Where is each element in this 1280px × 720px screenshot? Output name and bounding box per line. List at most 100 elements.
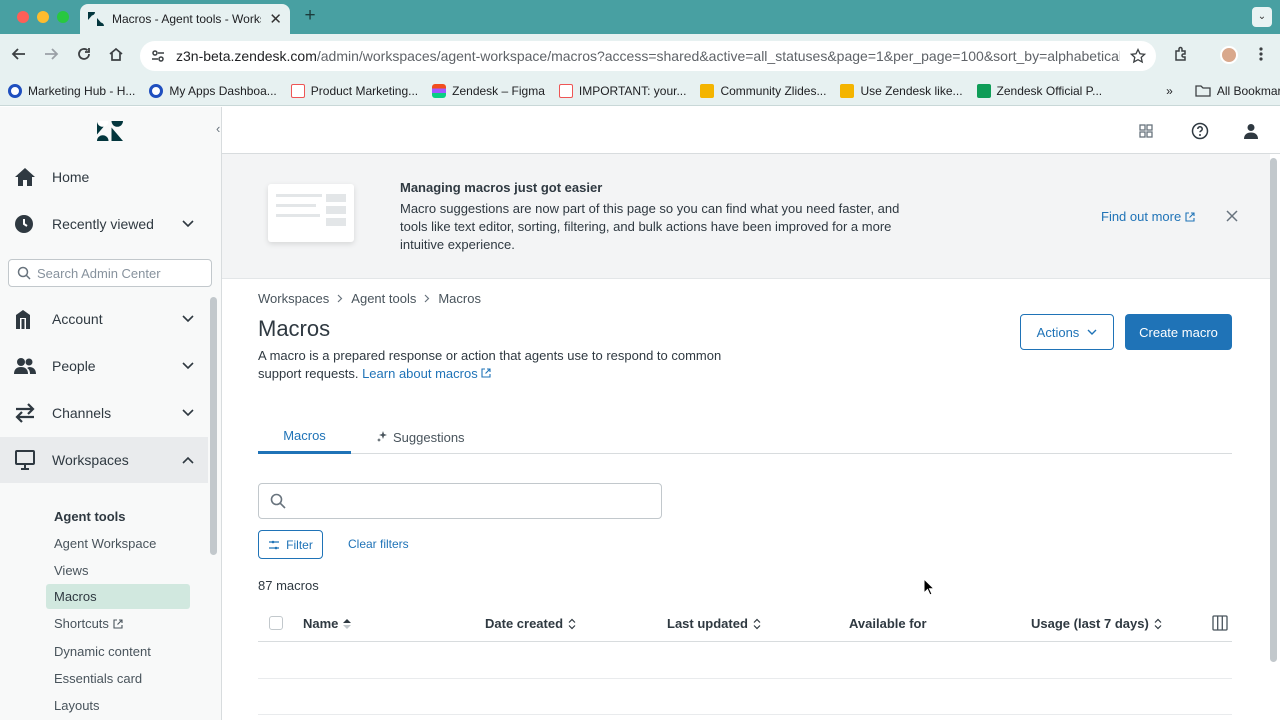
sub-nav-agent-workspace[interactable]: Agent Workspace	[46, 531, 190, 556]
all-bookmarks-label: All Bookmarks	[1216, 83, 1280, 98]
bookmark-item[interactable]: Marketing Hub - H...	[8, 83, 136, 98]
breadcrumb-macros: Macros	[438, 291, 481, 306]
back-arrow-icon[interactable]	[8, 43, 30, 65]
minimize-window-button[interactable]	[37, 11, 49, 23]
bookmark-item[interactable]: IMPORTANT: your...	[558, 83, 686, 98]
tab-search-chevron-icon[interactable]: ⌄	[1252, 7, 1272, 27]
bookmark-favicon-icon	[290, 83, 305, 98]
macro-search-input[interactable]	[294, 493, 654, 509]
admin-search-field[interactable]	[8, 259, 212, 287]
column-last-updated[interactable]: Last updated	[667, 616, 761, 631]
nav-label: Home	[52, 169, 90, 185]
column-label: Last updated	[667, 616, 748, 631]
breadcrumb-agent-tools[interactable]: Agent tools	[351, 291, 416, 306]
find-out-more-link[interactable]: Find out more	[1101, 209, 1195, 224]
nav-recently-viewed[interactable]: Recently viewed	[0, 202, 208, 246]
sparkle-icon	[376, 431, 388, 443]
maximize-window-button[interactable]	[57, 11, 69, 23]
more-bookmarks-icon[interactable]: »	[1166, 84, 1173, 98]
sort-icon	[753, 618, 761, 630]
bookmark-item[interactable]: Use Zendesk like...	[840, 83, 963, 98]
tab-suggestions[interactable]: Suggestions	[376, 420, 465, 454]
home-button-icon[interactable]	[105, 43, 127, 65]
address-bar[interactable]: z3n-beta.zendesk.com/admin/workspaces/ag…	[140, 41, 1156, 71]
sub-nav-label: Dynamic content	[54, 644, 151, 659]
filter-sliders-icon	[268, 539, 280, 551]
browser-menu-icon[interactable]	[1250, 43, 1272, 65]
bookmark-item[interactable]: My Apps Dashboa...	[149, 83, 277, 98]
all-bookmarks-button[interactable]: All Bookmarks	[1195, 84, 1280, 98]
nav-channels[interactable]: Channels	[0, 391, 208, 435]
close-window-button[interactable]	[17, 11, 29, 23]
tab-macros[interactable]: Macros	[258, 420, 351, 454]
products-grid-icon[interactable]	[1139, 124, 1153, 138]
macro-count: 87 macros	[258, 578, 319, 593]
folder-icon	[1195, 85, 1211, 97]
macros-table-header: Name Date created Last updated Available…	[258, 606, 1232, 642]
column-usage[interactable]: Usage (last 7 days)	[1031, 616, 1162, 631]
external-link-icon	[113, 618, 123, 629]
tab-label: Suggestions	[393, 429, 465, 445]
breadcrumb: Workspaces Agent tools Macros	[258, 291, 481, 306]
chevron-right-icon	[337, 294, 343, 303]
browser-tab[interactable]: Macros - Agent tools - Workspaces ✕	[80, 4, 290, 34]
tab-close-icon[interactable]: ✕	[269, 12, 282, 27]
collapse-sidebar-icon[interactable]: ‹	[216, 121, 220, 136]
user-profile-icon[interactable]	[1244, 123, 1258, 139]
column-date-created[interactable]: Date created	[485, 616, 576, 631]
reload-icon[interactable]	[73, 43, 95, 65]
profile-avatar[interactable]	[1220, 46, 1238, 64]
nav-people[interactable]: People	[0, 344, 208, 388]
sub-nav-macros[interactable]: Macros	[46, 584, 190, 609]
learn-about-macros-link[interactable]: Learn about macros	[362, 366, 491, 381]
nav-label: Channels	[52, 405, 112, 421]
clear-filters-button[interactable]: Clear filters	[348, 537, 409, 551]
sub-nav-essentials-card[interactable]: Essentials card	[46, 666, 190, 691]
extensions-icon[interactable]	[1170, 43, 1192, 65]
bookmark-item[interactable]: Zendesk Official P...	[976, 83, 1102, 98]
account-icon	[14, 308, 36, 330]
close-banner-icon[interactable]	[1225, 209, 1239, 223]
bookmark-label: Marketing Hub - H...	[28, 83, 136, 98]
macro-search-field[interactable]	[258, 483, 662, 519]
actions-button[interactable]: Actions	[1020, 314, 1114, 350]
bookmark-label: Product Marketing...	[310, 83, 419, 98]
nav-workspaces[interactable]: Workspaces	[0, 437, 208, 483]
workspaces-icon	[14, 450, 36, 470]
external-link-icon	[481, 368, 491, 378]
url-host: z3n-beta.zendesk.com	[176, 48, 317, 64]
nav-account[interactable]: Account	[0, 297, 208, 341]
sub-nav-label: Essentials card	[54, 671, 143, 686]
columns-settings-icon[interactable]	[1212, 615, 1228, 631]
filter-button[interactable]: Filter	[258, 530, 323, 559]
sub-nav-label: Agent Workspace	[54, 536, 157, 551]
browser-tab-strip: Macros - Agent tools - Workspaces ✕ + ⌄	[0, 0, 1280, 34]
help-icon[interactable]	[1191, 122, 1209, 140]
sub-nav-dynamic-content[interactable]: Dynamic content	[46, 639, 190, 664]
bookmark-item[interactable]: Zendesk – Figma	[432, 83, 545, 98]
sub-nav-shortcuts[interactable]: Shortcuts	[46, 611, 190, 636]
sub-nav-layouts[interactable]: Layouts	[46, 693, 190, 718]
bookmark-favicon-icon	[8, 83, 22, 98]
main-scrollbar[interactable]	[1270, 158, 1277, 662]
sub-nav-label: Views	[54, 563, 89, 578]
nav-home[interactable]: Home	[0, 155, 208, 199]
new-tab-button[interactable]: +	[300, 6, 320, 26]
bookmark-star-icon[interactable]	[1130, 48, 1146, 64]
bookmark-item[interactable]: Community Zlides...	[700, 83, 826, 98]
admin-search-input[interactable]	[37, 265, 197, 281]
bookmark-item[interactable]: Product Marketing...	[290, 83, 419, 98]
breadcrumb-workspaces[interactable]: Workspaces	[258, 291, 329, 306]
figma-icon	[432, 83, 447, 98]
zendesk-logo[interactable]	[97, 121, 123, 141]
sort-ascending-icon	[343, 618, 352, 629]
people-icon	[14, 357, 36, 375]
site-settings-icon[interactable]	[150, 48, 166, 64]
sub-nav-views[interactable]: Views	[46, 558, 190, 583]
forward-arrow-icon[interactable]	[40, 43, 62, 65]
select-all-checkbox[interactable]	[269, 616, 283, 630]
column-name[interactable]: Name	[303, 616, 352, 631]
create-macro-button[interactable]: Create macro	[1125, 314, 1232, 350]
nav-label: Recently viewed	[52, 216, 154, 232]
sidebar-scrollbar[interactable]	[210, 297, 217, 555]
